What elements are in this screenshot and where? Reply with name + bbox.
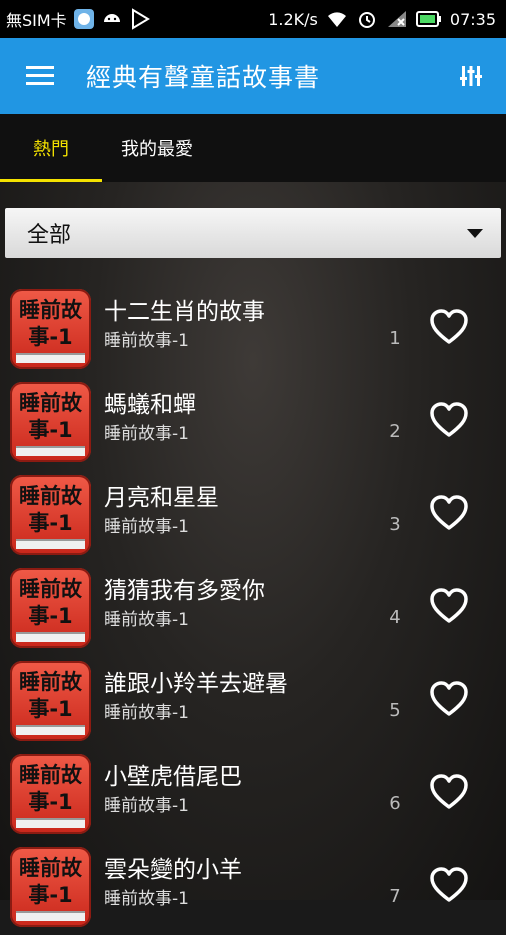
story-title: 猜猜我有多愛你 [104, 578, 265, 604]
book-pages [16, 632, 85, 642]
story-title: 螞蟻和蟬 [104, 392, 196, 418]
android-icon [101, 8, 123, 30]
book-icon-line1: 睡前故 [19, 298, 82, 322]
favorite-heart-icon[interactable] [429, 494, 469, 532]
tab-bar: 熱門 我的最愛 [0, 114, 506, 182]
story-list[interactable]: 睡前故 事-1 十二生肖的故事 睡前故事-1 1 睡前故 事-1 螞蟻和蟬 睡前故事… [0, 284, 506, 935]
favorite-heart-icon[interactable] [429, 401, 469, 439]
story-category: 睡前故事-1 [104, 610, 189, 630]
story-title: 月亮和星星 [104, 485, 219, 511]
story-category: 睡前故事-1 [104, 889, 189, 909]
story-title: 雲朵變的小羊 [104, 857, 242, 883]
book-icon-line1: 睡前故 [19, 856, 82, 880]
tab-favorites[interactable]: 我的最愛 [102, 114, 212, 182]
book-icon-line2: 事-1 [28, 790, 73, 814]
play-store-icon [129, 8, 151, 30]
story-category: 睡前故事-1 [104, 703, 189, 723]
book-pages [16, 446, 85, 456]
favorite-heart-icon[interactable] [429, 866, 469, 904]
book-icon-line1: 睡前故 [19, 484, 82, 508]
favorite-heart-icon[interactable] [429, 587, 469, 625]
book-icon-line2: 事-1 [28, 511, 73, 535]
book-icon-line2: 事-1 [28, 697, 73, 721]
favorite-heart-icon[interactable] [429, 308, 469, 346]
book-icon-line1: 睡前故 [19, 763, 82, 787]
settings-button[interactable] [454, 59, 488, 93]
menu-button[interactable] [20, 56, 60, 96]
favorite-heart-icon[interactable] [429, 773, 469, 811]
status-bar: 無SIM卡 1.2K/s 07:35 [0, 0, 506, 38]
list-item[interactable]: 睡前故 事-1 月亮和星星 睡前故事-1 3 [0, 470, 506, 563]
story-number: 5 [389, 700, 401, 721]
story-category: 睡前故事-1 [104, 424, 189, 444]
tab-popular[interactable]: 熱門 [0, 114, 102, 182]
app-notification-icon [73, 8, 95, 30]
book-pages [16, 539, 85, 549]
story-number: 2 [389, 421, 401, 442]
story-number: 3 [389, 514, 401, 535]
category-dropdown[interactable]: 全部 [5, 208, 501, 258]
story-category: 睡前故事-1 [104, 796, 189, 816]
book-icon: 睡前故事-1 [10, 475, 91, 555]
book-icon-line2: 事-1 [28, 604, 73, 628]
book-icon-line1: 睡前故 [19, 670, 82, 694]
alarm-icon [356, 8, 378, 30]
story-title: 小壁虎借尾巴 [104, 764, 242, 790]
book-pages [16, 911, 85, 921]
book-icon-line1: 睡前故 [19, 391, 82, 415]
book-icon: 睡前故事-1 [10, 661, 91, 741]
equalizer-icon [460, 66, 482, 86]
list-item[interactable]: 睡前故 事-1 誰跟小羚羊去避暑 睡前故事-1 5 [0, 656, 506, 749]
book-icon-line2: 事-1 [28, 418, 73, 442]
story-title: 十二生肖的故事 [104, 299, 265, 325]
list-item[interactable]: 睡前故 事-1 螞蟻和蟬 睡前故事-1 2 [0, 377, 506, 470]
content-area: 全部 睡前故 事-1 十二生肖的故事 睡前故事-1 1 睡前故 事-1 螞蟻和蟬 睡… [0, 182, 506, 927]
app-title: 經典有聲童話故事書 [86, 63, 321, 92]
book-icon: 睡前故事-1 [10, 289, 91, 369]
book-pages [16, 725, 85, 735]
list-item[interactable]: 睡前故 事-1 雲朵變的小羊 睡前故事-1 7 [0, 842, 506, 935]
story-number: 7 [389, 886, 401, 907]
app-bar: 經典有聲童話故事書 [0, 38, 506, 114]
carrier-label: 無SIM卡 [6, 11, 67, 30]
favorite-heart-icon[interactable] [429, 680, 469, 718]
list-item[interactable]: 睡前故 事-1 猜猜我有多愛你 睡前故事-1 4 [0, 563, 506, 656]
book-icon-line2: 事-1 [28, 883, 73, 907]
book-icon: 睡前故事-1 [10, 847, 91, 927]
battery-icon [415, 8, 442, 30]
list-item[interactable]: 睡前故 事-1 十二生肖的故事 睡前故事-1 1 [0, 284, 506, 377]
network-speed: 1.2K/s [268, 9, 318, 29]
book-pages [16, 353, 85, 363]
wifi-icon [326, 8, 348, 30]
clock: 07:35 [449, 9, 496, 29]
story-number: 1 [389, 328, 401, 349]
book-icon: 睡前故事-1 [10, 382, 91, 462]
list-item[interactable]: 睡前故 事-1 小壁虎借尾巴 睡前故事-1 6 [0, 749, 506, 842]
hamburger-icon [26, 66, 54, 85]
dropdown-arrow-icon [467, 228, 483, 238]
no-signal-icon [386, 8, 408, 30]
dropdown-value: 全部 [27, 223, 72, 248]
book-icon: 睡前故事-1 [10, 568, 91, 648]
story-title: 誰跟小羚羊去避暑 [104, 671, 288, 697]
story-category: 睡前故事-1 [104, 517, 189, 537]
story-number: 4 [389, 607, 401, 628]
story-category: 睡前故事-1 [104, 331, 189, 351]
book-icon-line2: 事-1 [28, 325, 73, 349]
book-pages [16, 818, 85, 828]
story-number: 6 [389, 793, 401, 814]
book-icon: 睡前故事-1 [10, 754, 91, 834]
book-icon-line1: 睡前故 [19, 577, 82, 601]
